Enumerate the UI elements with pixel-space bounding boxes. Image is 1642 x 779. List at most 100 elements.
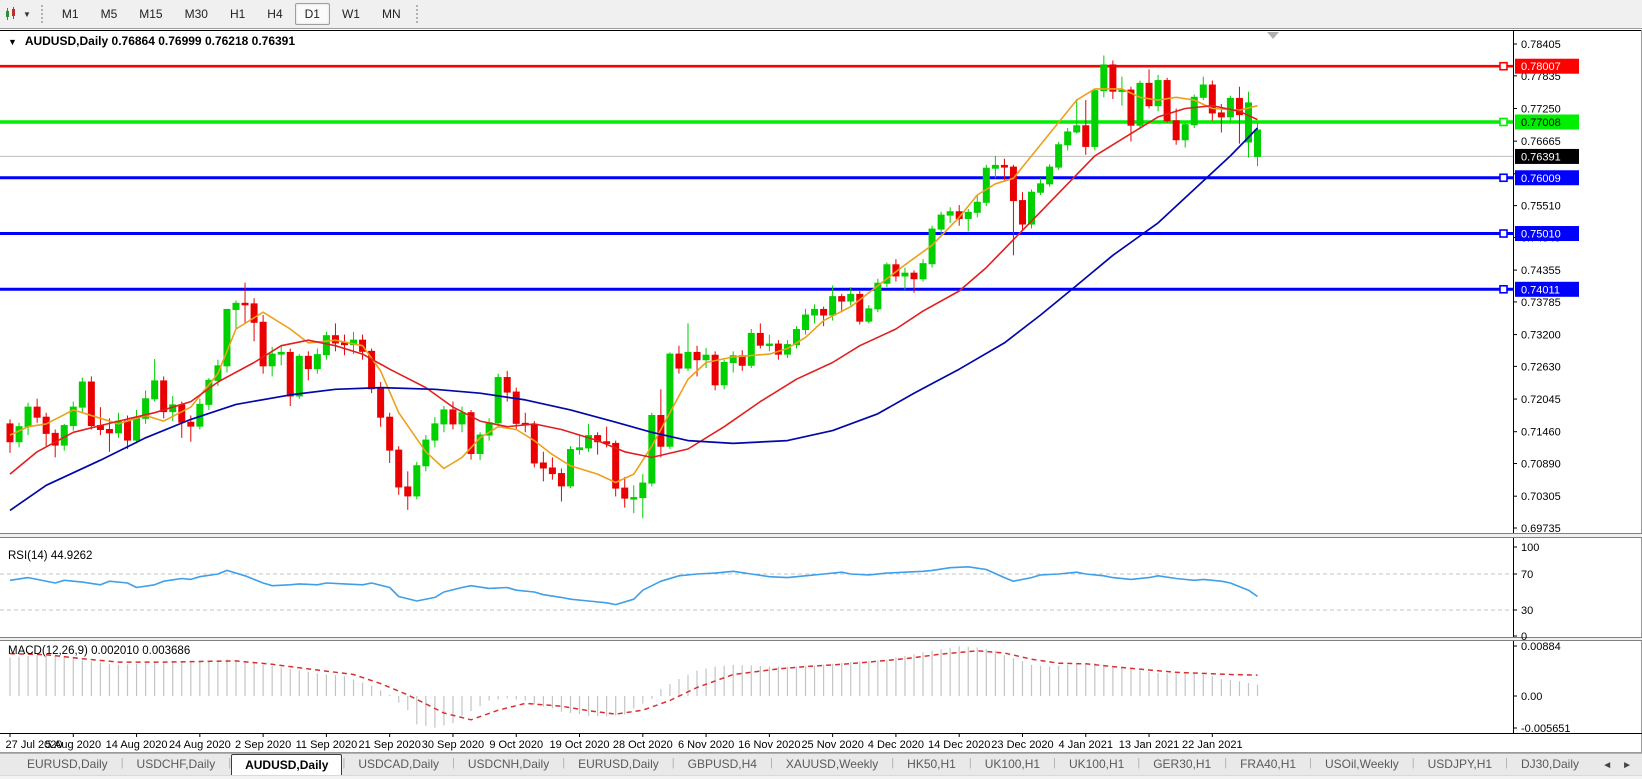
toolbar-grip[interactable] xyxy=(416,5,418,23)
hline-handle-0.77008[interactable] xyxy=(1500,118,1507,125)
timeframe-button-h1[interactable]: H1 xyxy=(220,3,255,25)
rsi-axis-label: 70 xyxy=(1521,569,1533,581)
candle-body xyxy=(947,212,953,215)
tab-usdcad-daily-3[interactable]: USDCAD,Daily xyxy=(345,754,452,776)
symbol-tab-bar: EURUSD,Daily|USDCHF,Daily|AUDUSD,Daily|U… xyxy=(0,753,1642,776)
candle-body xyxy=(1200,85,1206,97)
time-axis-label: 19 Oct 2020 xyxy=(550,739,610,751)
timeframe-button-m5[interactable]: M5 xyxy=(91,3,128,25)
tab-audusd-daily-2[interactable]: AUDUSD,Daily xyxy=(231,754,342,776)
tab-gbpusd-h4-6[interactable]: GBPUSD,H4 xyxy=(675,754,770,776)
time-axis-label: 13 Jan 2021 xyxy=(1119,739,1180,751)
timeframe-button-w1[interactable]: W1 xyxy=(332,3,370,25)
candle-body xyxy=(106,429,112,432)
candle-body xyxy=(1047,167,1053,184)
hline-handle-0.75010[interactable] xyxy=(1500,230,1507,237)
chart-frame xyxy=(0,30,1642,753)
candle-body xyxy=(667,354,673,446)
chart-window-title: ▼ AUDUSD,Daily 0.76864 0.76999 0.76218 0… xyxy=(8,34,295,48)
hline-handle-0.78007[interactable] xyxy=(1500,63,1507,70)
price-badge-label: 0.78007 xyxy=(1521,61,1561,73)
price-axis-label: 0.69735 xyxy=(1521,523,1561,535)
tab-dj30-daily-15[interactable]: DJ30,Daily xyxy=(1508,754,1592,776)
candle-body xyxy=(16,427,22,442)
time-axis-label: 24 Aug 2020 xyxy=(169,739,231,751)
chart-menu-caret-icon[interactable]: ▼ xyxy=(8,37,17,47)
candle-body xyxy=(1137,83,1143,125)
time-axis-label: 25 Nov 2020 xyxy=(801,739,863,751)
price-axis-label: 0.73785 xyxy=(1521,297,1561,309)
timeframe-button-m30[interactable]: M30 xyxy=(175,3,218,25)
tab-ger30-h1-11[interactable]: GER30,H1 xyxy=(1140,754,1224,776)
candle-body xyxy=(577,448,583,450)
candle-body xyxy=(920,264,926,279)
tab-scroll-right-icon[interactable]: ► xyxy=(1622,760,1632,771)
timeframe-buttons: M1M5M15M30H1H4D1W1MN xyxy=(51,3,412,25)
candle-body xyxy=(34,407,40,417)
candle-body xyxy=(152,381,158,399)
candle-body xyxy=(1218,113,1224,117)
toolbar-grip[interactable] xyxy=(41,5,43,23)
tab-uk100-h1-9[interactable]: UK100,H1 xyxy=(972,754,1053,776)
time-axis-label: 9 Oct 2020 xyxy=(489,739,543,751)
timeframe-button-m15[interactable]: M15 xyxy=(129,3,172,25)
tab-scroll-arrows: ◄ ► xyxy=(1592,754,1642,776)
hline-handle-0.76009[interactable] xyxy=(1500,174,1507,181)
tab-usoil-weekly-13[interactable]: USOil,Weekly xyxy=(1312,754,1412,776)
dropdown-caret-icon: ▼ xyxy=(23,10,31,19)
candle-body xyxy=(540,463,546,468)
candle-body xyxy=(1128,90,1134,125)
candle-body xyxy=(296,356,302,396)
tab-hk50-h1-8[interactable]: HK50,H1 xyxy=(894,754,969,776)
tab-eurusd-daily-0[interactable]: EURUSD,Daily xyxy=(14,754,121,776)
candle-body xyxy=(812,309,818,315)
tab-xauusd-weekly-7[interactable]: XAUUSD,Weekly xyxy=(773,754,891,776)
status-strip xyxy=(0,775,1642,779)
candle-body xyxy=(549,468,555,474)
tab-usdjpy-h1-14[interactable]: USDJPY,H1 xyxy=(1415,754,1505,776)
candle-body xyxy=(88,382,94,426)
chart-symbol-period: AUDUSD,Daily xyxy=(25,34,108,48)
price-badge-label: 0.76009 xyxy=(1521,173,1561,185)
hline-handle-0.74011[interactable] xyxy=(1500,286,1507,293)
tab-usdchf-daily-1[interactable]: USDCHF,Daily xyxy=(124,754,229,776)
price-axis-label: 0.72045 xyxy=(1521,394,1561,406)
tab-fra40-h1-12[interactable]: FRA40,H1 xyxy=(1227,754,1309,776)
timeframe-button-m1[interactable]: M1 xyxy=(52,3,89,25)
macd-axis-label: 0.00 xyxy=(1521,691,1542,703)
price-badge-label: 0.76391 xyxy=(1521,151,1561,163)
candle-body xyxy=(305,356,311,368)
candle-body xyxy=(631,498,637,500)
candle-body xyxy=(441,410,447,424)
timeframe-button-d1[interactable]: D1 xyxy=(295,3,330,25)
candle-body xyxy=(965,212,971,218)
candle-body xyxy=(748,333,754,365)
candle-body xyxy=(459,413,465,424)
candle-body xyxy=(269,354,275,366)
time-axis-label: 22 Jan 2021 xyxy=(1182,739,1243,751)
candle-body xyxy=(1182,125,1188,140)
candle-body xyxy=(378,389,384,417)
time-axis-label: 2 Sep 2020 xyxy=(235,739,291,751)
symbol-tabs: EURUSD,Daily|USDCHF,Daily|AUDUSD,Daily|U… xyxy=(14,754,1592,776)
timeframe-button-mn[interactable]: MN xyxy=(372,3,411,25)
candle-body xyxy=(1146,83,1152,105)
time-axis-label: 16 Nov 2020 xyxy=(738,739,800,751)
time-axis-label: 23 Dec 2020 xyxy=(991,739,1053,751)
candle-body xyxy=(911,273,917,279)
timeframe-button-h4[interactable]: H4 xyxy=(257,3,292,25)
candle-body xyxy=(233,303,239,309)
tab-eurusd-daily-5[interactable]: EURUSD,Daily xyxy=(565,754,672,776)
candle-body xyxy=(332,336,338,343)
candle-body xyxy=(739,356,745,365)
price-axis-label: 0.72630 xyxy=(1521,361,1561,373)
candle-body xyxy=(757,333,763,345)
tab-uk100-h1-10[interactable]: UK100,H1 xyxy=(1056,754,1137,776)
tab-usdcnh-daily-4[interactable]: USDCNH,Daily xyxy=(455,754,562,776)
candle-body xyxy=(125,421,131,440)
candle-body xyxy=(938,215,944,229)
chart-canvas[interactable]: 0.784050.778350.772500.766650.760800.755… xyxy=(0,0,1642,779)
tab-scroll-left-icon[interactable]: ◄ xyxy=(1602,760,1612,771)
chart-tool-button[interactable]: ▼ xyxy=(0,3,37,25)
candle-body xyxy=(396,450,402,487)
